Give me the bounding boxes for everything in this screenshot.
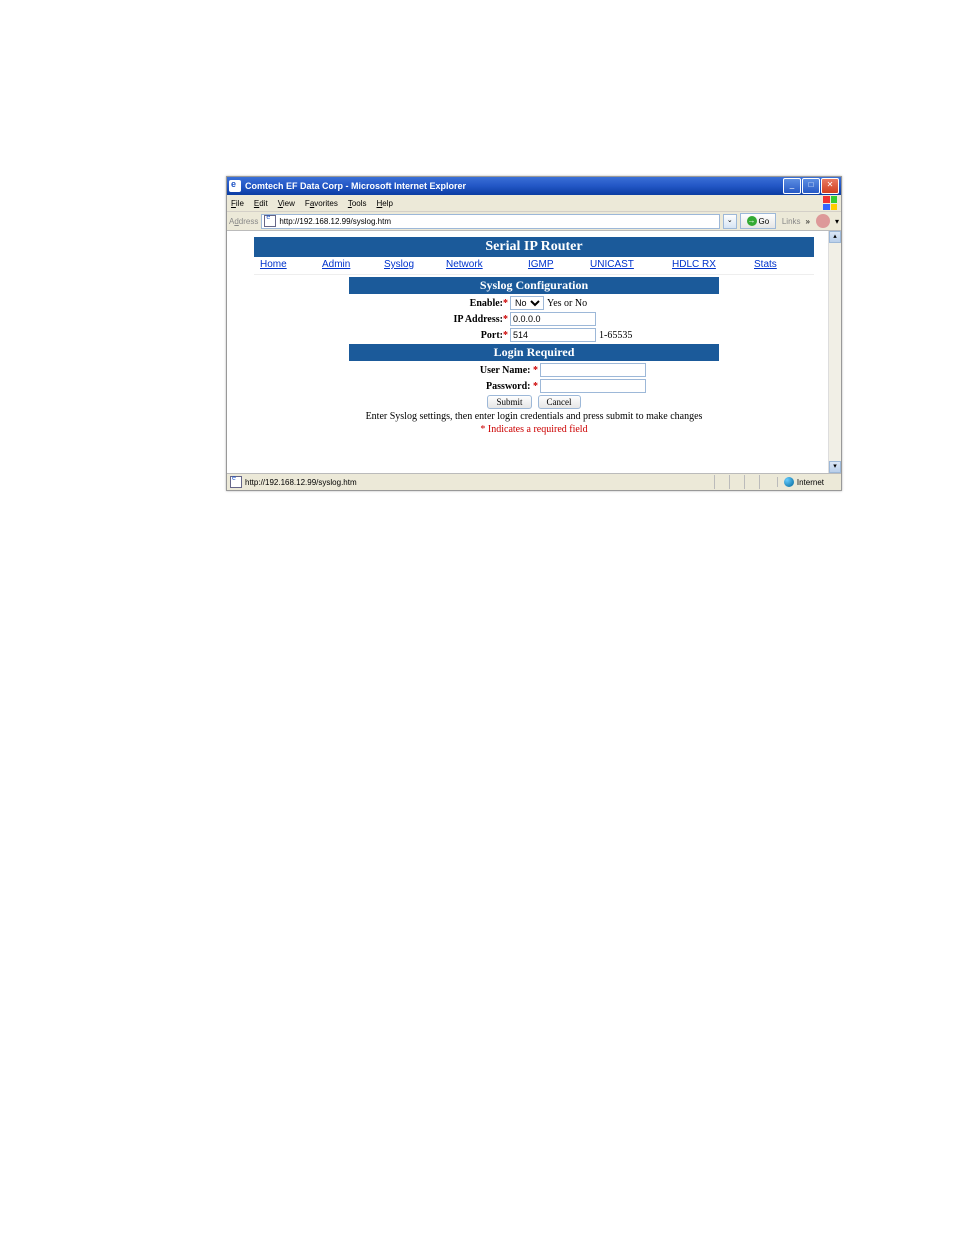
extension-dropdown-icon[interactable]: ▾: [835, 217, 839, 226]
nav-stats[interactable]: Stats: [748, 259, 810, 270]
enable-hint: Yes or No: [547, 298, 587, 309]
nav-admin[interactable]: Admin: [316, 259, 378, 270]
username-label: User Name: *: [338, 365, 540, 376]
go-button[interactable]: → Go: [740, 213, 776, 229]
status-url: http://192.168.12.99/syslog.htm: [245, 478, 357, 487]
browser-window: Comtech EF Data Corp - Microsoft Interne…: [226, 176, 842, 491]
menubar: File Edit View Favorites Tools Help: [227, 195, 841, 212]
maximize-button[interactable]: □: [802, 178, 820, 194]
nav-igmp[interactable]: IGMP: [522, 259, 584, 270]
menu-edit[interactable]: Edit: [254, 199, 268, 208]
syslog-section-header: Syslog Configuration: [349, 277, 719, 294]
page-icon: [264, 215, 276, 227]
url-dropdown[interactable]: ⌄: [723, 214, 737, 229]
zone-label: Internet: [797, 478, 824, 487]
extension-icon[interactable]: [816, 214, 830, 228]
windows-logo-icon: [823, 196, 837, 210]
nav-row: Home Admin Syslog Network IGMP UNICAST H…: [254, 257, 814, 275]
window-title: Comtech EF Data Corp - Microsoft Interne…: [245, 181, 783, 191]
required-note: * Indicates a required field: [254, 424, 814, 435]
url-text: http://192.168.12.99/syslog.htm: [279, 217, 391, 226]
page-title: Serial IP Router: [254, 237, 814, 257]
ip-label: IP Address:*: [338, 314, 510, 325]
menu-file[interactable]: File: [231, 199, 244, 208]
password-input[interactable]: [540, 379, 646, 393]
password-label: Password: *: [338, 381, 540, 392]
address-bar: Address http://192.168.12.99/syslog.htm …: [227, 212, 841, 231]
url-input[interactable]: http://192.168.12.99/syslog.htm: [261, 214, 719, 229]
status-page-icon: [230, 476, 242, 488]
menu-tools-label: ools: [352, 199, 367, 208]
links-chevron-icon[interactable]: »: [806, 217, 810, 226]
links-label[interactable]: Links: [782, 217, 801, 226]
content-area: ▴ ▾ Serial IP Router Home Admin Syslog N…: [227, 231, 841, 473]
port-input[interactable]: [510, 328, 596, 342]
instruction-text: Enter Syslog settings, then enter login …: [254, 411, 814, 422]
go-arrow-icon: →: [747, 216, 757, 226]
nav-syslog[interactable]: Syslog: [378, 259, 440, 270]
menu-favorites-label: vorites: [314, 199, 338, 208]
menu-file-label: ile: [236, 199, 244, 208]
menu-edit-label: dit: [259, 199, 267, 208]
port-hint: 1-65535: [599, 330, 632, 341]
go-label: Go: [759, 217, 770, 226]
globe-icon: [784, 477, 794, 487]
username-input[interactable]: [540, 363, 646, 377]
cancel-button[interactable]: Cancel: [538, 395, 581, 409]
port-label: Port:*: [338, 330, 510, 341]
menu-help-label: elp: [382, 199, 393, 208]
titlebar: Comtech EF Data Corp - Microsoft Interne…: [227, 177, 841, 195]
address-label: Address: [229, 217, 258, 226]
status-cells: [714, 475, 774, 489]
menu-tools[interactable]: Tools: [348, 199, 367, 208]
nav-unicast[interactable]: UNICAST: [584, 259, 666, 270]
submit-button[interactable]: Submit: [487, 395, 531, 409]
vertical-scrollbar[interactable]: ▴ ▾: [828, 231, 841, 473]
menu-favorites[interactable]: Favorites: [305, 199, 338, 208]
statusbar: http://192.168.12.99/syslog.htm Internet: [227, 473, 841, 490]
menu-help[interactable]: Help: [377, 199, 393, 208]
nav-home[interactable]: Home: [254, 259, 316, 270]
scroll-down-icon[interactable]: ▾: [829, 461, 841, 473]
menu-view-label: iew: [283, 199, 295, 208]
nav-hdlcrx[interactable]: HDLC RX: [666, 259, 748, 270]
login-section-header: Login Required: [349, 344, 719, 361]
enable-select[interactable]: No: [510, 296, 544, 310]
scroll-up-icon[interactable]: ▴: [829, 231, 841, 243]
menu-view[interactable]: View: [278, 199, 295, 208]
close-button[interactable]: ✕: [821, 178, 839, 194]
enable-label: Enable:*: [338, 298, 510, 309]
ip-input[interactable]: [510, 312, 596, 326]
minimize-button[interactable]: _: [783, 178, 801, 194]
security-zone: Internet: [777, 477, 838, 487]
nav-network[interactable]: Network: [440, 259, 522, 270]
ie-icon: [229, 180, 241, 192]
